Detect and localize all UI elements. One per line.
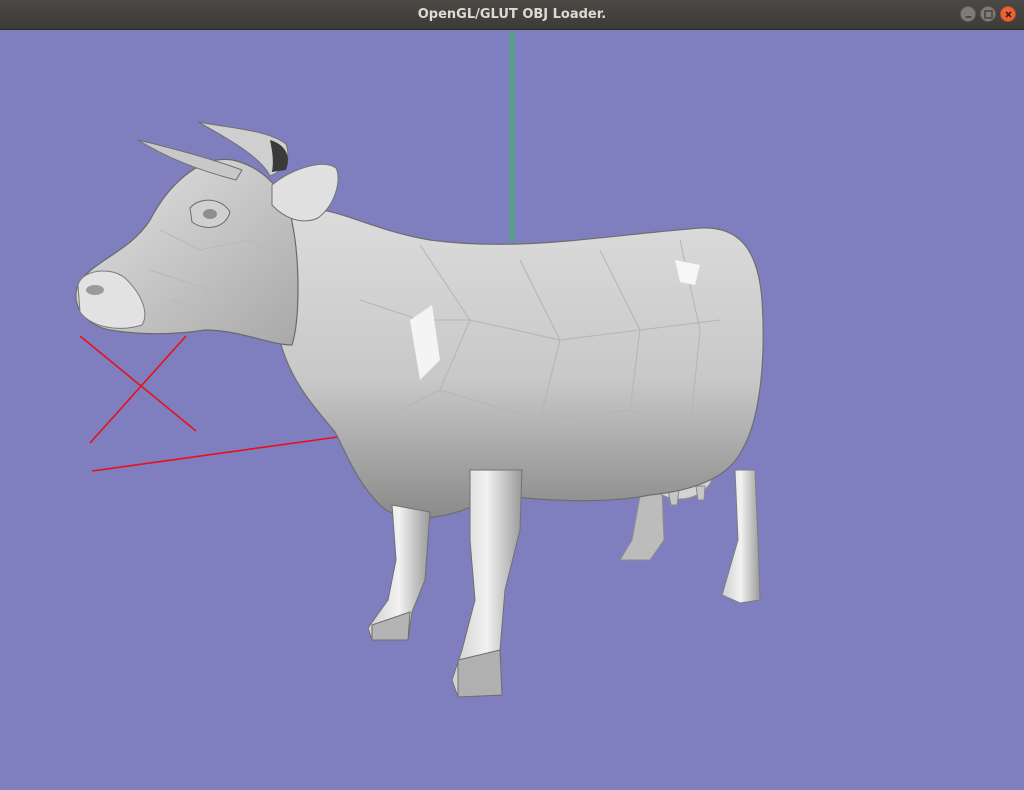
app-window: OpenGL/GLUT OBJ Loader.: [0, 0, 1024, 790]
opengl-viewport[interactable]: [0, 30, 1024, 790]
close-button[interactable]: [1000, 6, 1016, 22]
minimize-icon: [965, 16, 972, 18]
cow-model: [75, 121, 764, 698]
maximize-icon: [984, 10, 993, 19]
z-axis-line-2: [89, 335, 187, 444]
window-title: OpenGL/GLUT OBJ Loader.: [417, 7, 607, 22]
minimize-button[interactable]: [960, 6, 976, 22]
window-controls: [960, 6, 1016, 22]
title-bar[interactable]: OpenGL/GLUT OBJ Loader.: [0, 0, 1024, 30]
x-axis-line: [91, 435, 346, 472]
z-axis-line: [79, 335, 197, 432]
maximize-button[interactable]: [980, 6, 996, 22]
scene-canvas: [75, 32, 764, 698]
close-icon: [1005, 11, 1012, 18]
